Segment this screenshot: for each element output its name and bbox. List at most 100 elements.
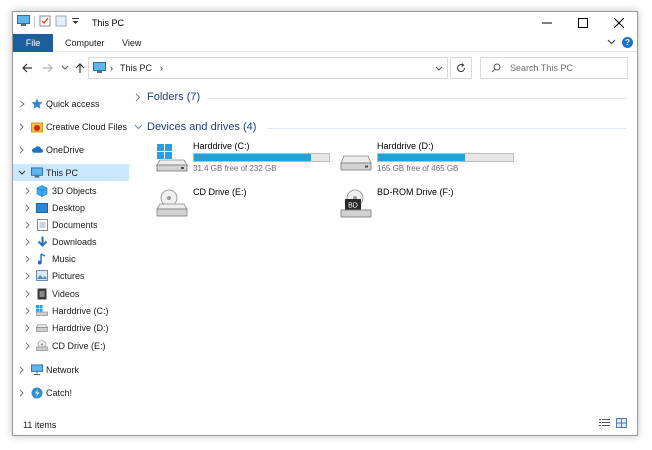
- view-switcher: [599, 418, 627, 430]
- chevron-right-icon[interactable]: [24, 290, 32, 298]
- minimize-button[interactable]: [529, 12, 565, 34]
- sidebar-item-label: Documents: [52, 219, 98, 230]
- sidebar-item-videos[interactable]: Videos: [13, 285, 129, 302]
- picture-icon: [36, 270, 48, 282]
- sidebar-item-harddrive-c[interactable]: Harddrive (C:): [13, 302, 129, 319]
- star-icon: [31, 98, 43, 110]
- sidebar-item-desktop[interactable]: Desktop: [13, 199, 129, 216]
- chevron-right-icon[interactable]: [24, 307, 32, 315]
- sidebar-item-pictures[interactable]: Pictures: [13, 267, 129, 284]
- computer-icon[interactable]: [17, 15, 30, 29]
- tab-file[interactable]: File: [13, 34, 53, 52]
- sidebar-item-music[interactable]: Music: [13, 250, 129, 267]
- sidebar-item-label: CD Drive (E:): [52, 340, 106, 351]
- devices-group-header[interactable]: Devices and drives (4): [133, 121, 256, 133]
- item-count: 11 items: [23, 420, 57, 430]
- navigation-pane: Quick access Creative Cloud Files OneDri…: [13, 92, 131, 412]
- chevron-right-icon[interactable]: [24, 204, 32, 212]
- chevron-down-icon[interactable]: [18, 169, 26, 177]
- quick-access-toolbar: [17, 15, 80, 29]
- sidebar-item-harddrive-d[interactable]: Harddrive (D:): [13, 319, 129, 336]
- group-title: Devices and drives (4): [147, 121, 257, 133]
- sidebar-item-label: Harddrive (C:): [52, 305, 109, 316]
- drive-tile[interactable]: Harddrive (C:) 31.4 GB free of 232 GB: [155, 141, 335, 175]
- group-title: Folders (7): [147, 91, 201, 103]
- download-icon: [36, 236, 48, 248]
- search-box[interactable]: Search This PC: [480, 57, 628, 79]
- windows-drive-icon: [155, 143, 189, 173]
- cube-icon: [36, 184, 48, 197]
- address-bar[interactable]: › This PC ›: [88, 57, 448, 79]
- sidebar-item-label: Creative Cloud Files: [46, 121, 128, 132]
- close-button[interactable]: [601, 12, 637, 34]
- sidebar-item-onedrive[interactable]: OneDrive: [13, 141, 129, 158]
- folders-group-header[interactable]: Folders (7): [133, 91, 200, 103]
- sidebar-item-quick-access[interactable]: Quick access: [13, 95, 129, 112]
- large-icons-view-icon[interactable]: [616, 418, 627, 430]
- drive-free-space: 31.4 GB free of 232 GB: [193, 164, 277, 173]
- details-view-icon[interactable]: [599, 418, 610, 430]
- help-icon[interactable]: ?: [622, 37, 633, 48]
- recent-locations-button[interactable]: [58, 61, 72, 75]
- divider: [268, 128, 627, 129]
- back-button[interactable]: [20, 61, 34, 75]
- drive-free-space: 165 GB free of 465 GB: [377, 164, 459, 173]
- sidebar-item-catch[interactable]: Catch!: [13, 384, 129, 401]
- chevron-right-icon[interactable]: [18, 389, 26, 397]
- chevron-right-icon[interactable]: [18, 366, 26, 374]
- search-input[interactable]: Search This PC: [510, 63, 573, 73]
- sidebar-item-creative-cloud-files[interactable]: Creative Cloud Files: [13, 118, 129, 135]
- sidebar-item-label: Videos: [52, 288, 80, 299]
- refresh-button[interactable]: [450, 57, 472, 79]
- up-button[interactable]: [73, 61, 87, 75]
- drive-tile[interactable]: BD BD-ROM Drive (F:): [339, 187, 519, 221]
- sidebar-item-this-pc[interactable]: This PC: [13, 164, 129, 181]
- drive-tile[interactable]: CD Drive (E:): [155, 187, 335, 221]
- breadcrumb-separator-icon[interactable]: ›: [160, 63, 163, 73]
- chevron-right-icon[interactable]: [18, 123, 26, 131]
- chevron-right-icon[interactable]: [24, 187, 32, 195]
- breadcrumb-separator-icon[interactable]: ›: [110, 63, 113, 73]
- sidebar-item-downloads[interactable]: Downloads: [13, 233, 129, 250]
- chevron-right-icon[interactable]: [24, 342, 32, 350]
- chevron-right-icon[interactable]: [24, 238, 32, 246]
- forward-button[interactable]: [40, 61, 54, 75]
- sidebar-item-label: This PC: [46, 167, 79, 178]
- chevron-down-icon[interactable]: [435, 64, 443, 74]
- properties-icon[interactable]: [39, 15, 51, 29]
- content-pane: Folders (7) Devices and drives (4) Hardd…: [133, 84, 633, 414]
- expand-ribbon-icon[interactable]: [607, 37, 616, 48]
- chevron-right-icon[interactable]: [18, 146, 26, 154]
- chevron-right-icon[interactable]: [24, 272, 32, 280]
- new-folder-icon[interactable]: [55, 15, 67, 29]
- sidebar-item-label: Harddrive (D:): [52, 322, 109, 333]
- sidebar-item-label: Network: [46, 364, 80, 375]
- sidebar-item-cd-drive[interactable]: CD Drive (E:): [13, 337, 129, 354]
- sidebar-item-3d-objects[interactable]: 3D Objects: [13, 182, 129, 199]
- ribbon-tabs: File Computer View ?: [13, 34, 637, 52]
- drive-tile[interactable]: Harddrive (D:) 165 GB free of 465 GB: [339, 141, 519, 175]
- chevron-right-icon[interactable]: [24, 324, 32, 332]
- sidebar-item-documents[interactable]: Documents: [13, 216, 129, 233]
- window-title: This PC: [92, 18, 125, 28]
- chevron-down-icon[interactable]: [133, 124, 143, 130]
- chevron-right-icon[interactable]: [24, 255, 32, 263]
- tab-view[interactable]: View: [112, 34, 151, 52]
- computer-icon: [31, 166, 43, 179]
- customize-toolbar-icon[interactable]: [71, 16, 80, 28]
- network-icon: [31, 363, 43, 376]
- sidebar-item-network[interactable]: Network: [13, 361, 129, 378]
- breadcrumb[interactable]: This PC: [120, 63, 152, 73]
- sidebar-item-label: Pictures: [52, 270, 85, 281]
- maximize-button[interactable]: [565, 12, 601, 34]
- tab-computer[interactable]: Computer: [55, 34, 115, 52]
- chevron-right-icon[interactable]: [18, 100, 26, 108]
- capacity-fill: [378, 154, 466, 161]
- creative-cloud-icon: [31, 121, 43, 133]
- chevron-right-icon[interactable]: [24, 221, 32, 229]
- sidebar-item-label: Desktop: [52, 202, 86, 213]
- music-icon: [36, 252, 48, 265]
- drive-name: CD Drive (E:): [193, 187, 247, 197]
- catch-icon: [31, 387, 43, 399]
- chevron-right-icon[interactable]: [133, 93, 143, 102]
